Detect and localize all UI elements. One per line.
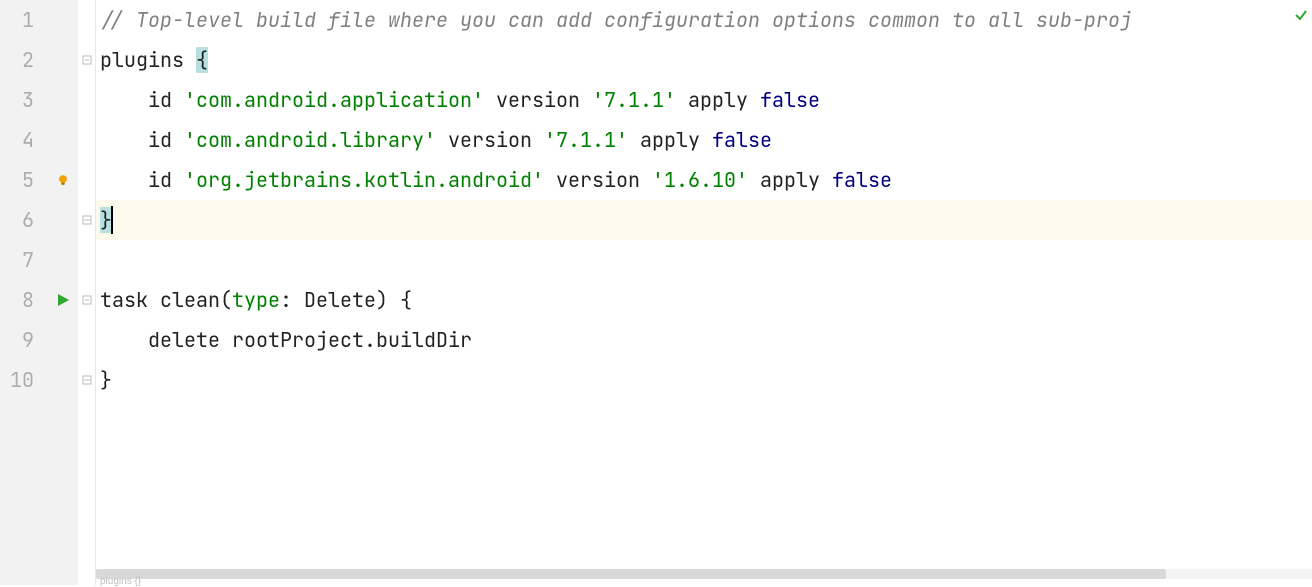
code-token: : Delete) { [280,287,412,313]
line-number: 8 [0,280,34,320]
indent [100,167,148,193]
string-literal: 'com.android.application' [184,87,484,113]
code-line[interactable]: delete rootProject.buildDir [96,320,1312,360]
fold-end-icon[interactable] [81,374,93,386]
breadcrumb[interactable]: plugins {} [100,576,141,587]
code-token: apply [688,87,760,113]
fold-gutter [78,0,96,585]
string-literal: '7.1.1' [544,127,628,153]
keyword-false: false [760,87,820,113]
code-token: type [232,287,280,313]
line-number: 3 [0,80,34,120]
code-line[interactable]: task clean(type: Delete) { [96,280,1312,320]
string-literal: 'com.android.library' [184,127,436,153]
code-token: task [100,287,148,313]
code-token: version [448,127,544,153]
code-line[interactable]: // Top-level build file where you can ad… [96,0,1312,40]
code-line[interactable]: id 'com.android.application' version '7.… [96,80,1312,120]
intention-bulb-icon[interactable] [48,160,78,200]
space [748,167,760,193]
line-number: 7 [0,240,34,280]
code-token: id [148,167,184,193]
brace-open: { [196,47,208,73]
code-token: clean( [148,287,232,313]
code-token: id [148,87,184,113]
code-token: delete rootProject.buildDir [100,327,472,353]
run-gutter-icon[interactable] [48,280,78,320]
space [544,167,556,193]
code-line[interactable]: id 'org.jetbrains.kotlin.android' versio… [96,160,1312,200]
code-token: apply [640,127,712,153]
fold-toggle-icon[interactable] [81,54,93,66]
space [628,127,640,153]
string-literal: '7.1.1' [592,87,676,113]
gutter-icons [48,0,78,585]
comment-text: // Top-level build file where you can ad… [100,7,1132,33]
indent [100,87,148,113]
keyword-false: false [712,127,772,153]
space [436,127,448,153]
line-number: 4 [0,120,34,160]
code-token: apply [760,167,832,193]
keyword-false: false [832,167,892,193]
code-token: version [556,167,652,193]
line-number: 5 [0,160,34,200]
text-caret [111,206,113,234]
fold-end-icon[interactable] [81,214,93,226]
code-line[interactable] [96,240,1312,280]
line-number: 2 [0,40,34,80]
line-number: 1 [0,0,34,40]
line-number: 9 [0,320,34,360]
indent [100,127,148,153]
horizontal-scrollbar[interactable] [96,569,1312,579]
string-literal: '1.6.10' [652,167,748,193]
code-area[interactable]: // Top-level build file where you can ad… [96,0,1312,585]
code-token: id [148,127,184,153]
code-line[interactable]: } [96,360,1312,400]
code-token: plugins [100,47,196,73]
code-editor[interactable]: 1 2 3 4 5 6 7 8 9 10 [0,0,1312,585]
line-number: 10 [0,360,34,400]
code-line[interactable]: id 'com.android.library' version '7.1.1'… [96,120,1312,160]
fold-toggle-icon[interactable] [81,294,93,306]
string-literal: 'org.jetbrains.kotlin.android' [184,167,544,193]
space [676,87,688,113]
brace-close: } [100,367,112,393]
code-line[interactable]: plugins { [96,40,1312,80]
scrollbar-thumb[interactable] [96,569,1166,579]
space [484,87,496,113]
line-number: 6 [0,200,34,240]
code-line-current[interactable]: } [96,200,1312,240]
line-number-gutter: 1 2 3 4 5 6 7 8 9 10 [0,0,48,585]
code-token: version [496,87,592,113]
